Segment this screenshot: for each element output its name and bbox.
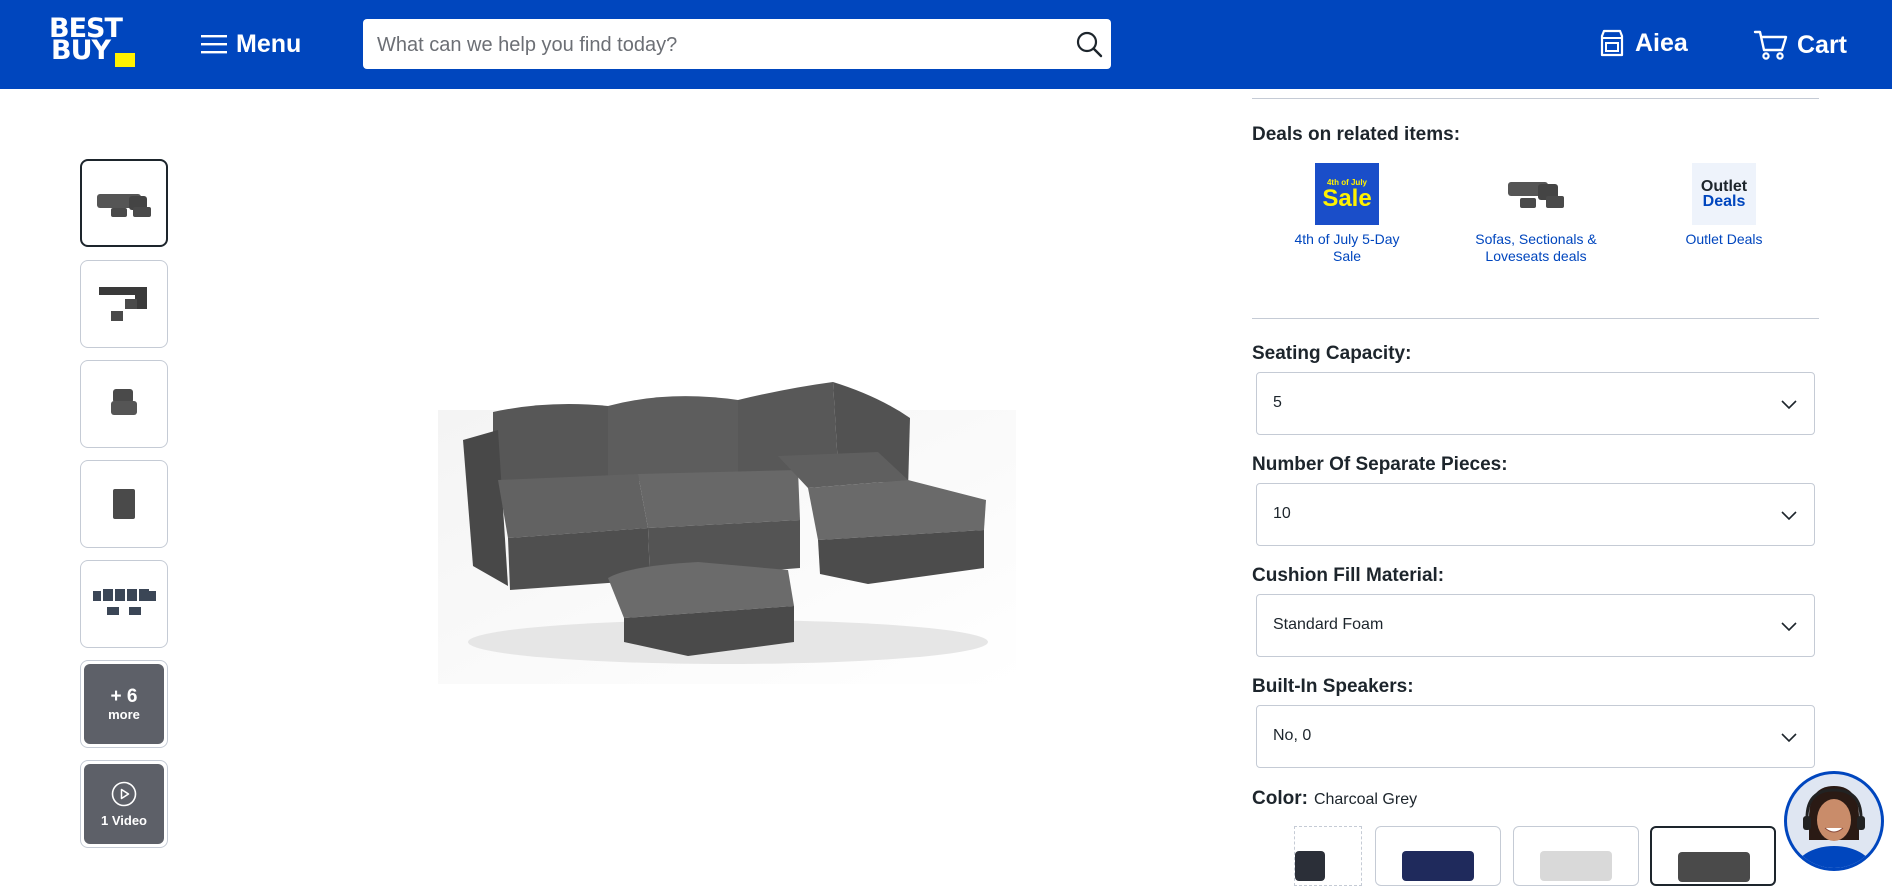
configuration-image [93, 589, 156, 615]
chevron-down-icon [1781, 400, 1797, 410]
chevron-down-icon [1781, 622, 1797, 632]
play-icon [111, 781, 137, 806]
built-in-speakers-select[interactable]: No, 0 [1256, 705, 1815, 768]
selected-value: 10 [1273, 505, 1291, 522]
cart-icon [1753, 30, 1788, 60]
built-in-speakers-label: Built-In Speakers: [1252, 676, 1414, 697]
deal-sofas-sectionals[interactable]: Sofas, Sectionals & Loveseats deals [1471, 163, 1601, 265]
seating-capacity-label: Seating Capacity: [1252, 343, 1412, 364]
store-locator-button[interactable]: Aiea [1597, 28, 1688, 58]
video-thumbnail[interactable]: 1 Video [80, 760, 168, 848]
store-icon [1600, 29, 1624, 57]
swatch-sofa-image [1402, 851, 1474, 881]
sale-badge-big-text: Sale [1322, 184, 1372, 212]
selected-value: 5 [1273, 394, 1282, 411]
logo-line-2: BUY [51, 35, 111, 66]
divider [1252, 98, 1819, 99]
selected-value: Standard Foam [1273, 616, 1384, 633]
swatch-sofa-image [1540, 851, 1612, 881]
cushion-fill-select[interactable]: Standard Foam [1256, 594, 1815, 657]
deal-label: Sofas, Sectionals & Loveseats deals [1475, 231, 1597, 264]
menu-button[interactable]: Menu [200, 28, 301, 60]
more-images-thumbnail[interactable]: + 6 more [80, 660, 168, 748]
chevron-down-icon [1781, 511, 1797, 521]
color-swatch-3[interactable] [1513, 826, 1639, 886]
chevron-down-icon [1781, 733, 1797, 743]
sectional-sofa-image [97, 194, 151, 217]
swatch-sofa-image [1678, 852, 1750, 882]
site-header: BEST BUY Menu Aiea Cart [0, 0, 1892, 89]
search-input[interactable] [375, 29, 1059, 61]
separate-pieces-select[interactable]: 10 [1256, 483, 1815, 546]
outlet-badge-line-1: Outlet [1700, 178, 1748, 195]
thumbnail-2[interactable] [80, 260, 168, 348]
thumbnail-4[interactable] [80, 460, 168, 548]
cart-button[interactable]: Cart [1753, 28, 1847, 62]
deal-label: Outlet Deals [1685, 231, 1763, 247]
deal-4th-of-july-sale[interactable]: 4th of July Sale 4th of July 5-Day Sale [1282, 163, 1412, 265]
hamburger-icon [201, 35, 227, 54]
cart-label: Cart [1797, 30, 1848, 59]
logo-tag-icon [115, 53, 135, 67]
color-row: Color: Charcoal Grey [1252, 788, 1417, 810]
color-value: Charcoal Grey [1313, 791, 1418, 808]
swatch-sofa-image [1295, 851, 1325, 881]
outlet-badge-image: Outlet Deals [1692, 163, 1756, 225]
main-product-image[interactable] [438, 370, 1016, 684]
color-swatch-charcoal-grey[interactable] [1650, 826, 1776, 886]
side-piece-image [113, 489, 135, 519]
cushion-fill-label: Cushion Fill Material: [1252, 565, 1445, 586]
separate-pieces-label: Number Of Separate Pieces: [1252, 454, 1508, 475]
more-count: + 6 [110, 685, 138, 707]
color-swatch-2[interactable] [1375, 826, 1501, 886]
search-icon[interactable] [1075, 30, 1103, 58]
deals-heading: Deals on related items: [1252, 124, 1461, 145]
selected-value: No, 0 [1273, 727, 1312, 744]
divider [1252, 318, 1819, 319]
sofa-deal-image [1504, 163, 1568, 225]
assistant-avatar [1787, 774, 1881, 868]
deal-outlet[interactable]: Outlet Deals Outlet Deals [1659, 163, 1789, 248]
best-buy-logo[interactable]: BEST BUY [49, 15, 137, 71]
menu-label: Menu [236, 29, 302, 58]
sale-badge-image: 4th of July Sale [1315, 163, 1379, 225]
thumbnail-1[interactable] [80, 159, 168, 247]
video-label: 1 Video [100, 812, 147, 828]
color-swatch-1[interactable] [1294, 826, 1362, 886]
chat-assistant-button[interactable] [1784, 771, 1884, 871]
seating-capacity-select[interactable]: 5 [1256, 372, 1815, 435]
more-label: more [108, 706, 140, 722]
color-label: Color: [1252, 788, 1308, 809]
search-bar [363, 19, 1111, 69]
thumbnail-3[interactable] [80, 360, 168, 448]
outlet-badge-line-2: Deals [1702, 193, 1746, 210]
armless-chair-image [111, 389, 137, 415]
sofa-top-view-image [99, 287, 147, 321]
thumbnail-5[interactable] [80, 560, 168, 648]
deal-label: 4th of July 5-Day Sale [1294, 231, 1400, 264]
store-label: Aiea [1635, 28, 1688, 57]
